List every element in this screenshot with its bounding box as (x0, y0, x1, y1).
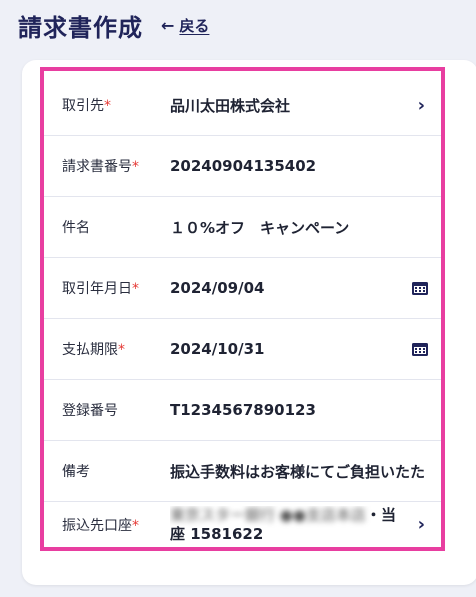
highlight-frame (40, 67, 445, 551)
page-title: 請求書作成 (18, 14, 143, 42)
back-link-label: 戻る (179, 17, 210, 35)
arrow-left-icon: ← (161, 16, 175, 35)
header: 請求書作成 ← 戻る (18, 8, 209, 43)
back-link[interactable]: ← 戻る (161, 15, 209, 36)
